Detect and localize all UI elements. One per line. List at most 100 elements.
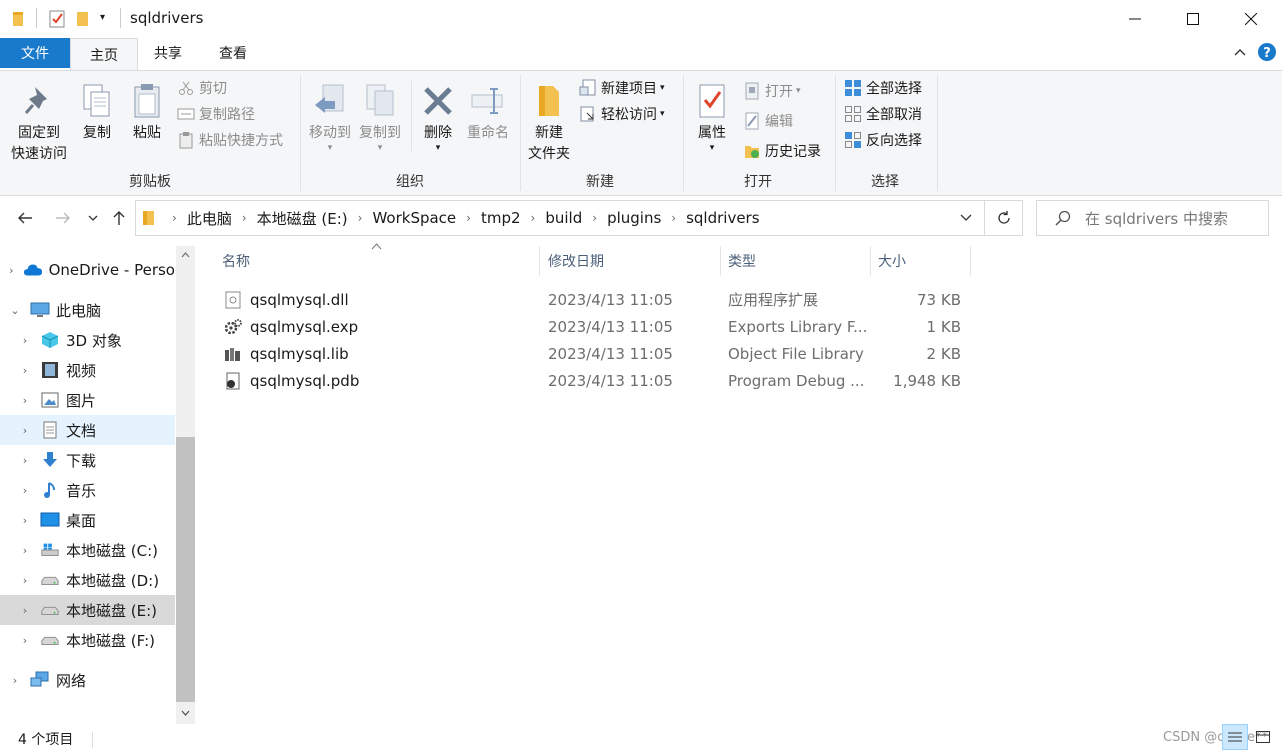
breadcrumb-tmp2[interactable]: tmp2 [481, 209, 521, 227]
chevron-right-icon[interactable]: › [9, 264, 14, 277]
nav-item-drive-f[interactable]: › 本地磁盘 (F:) [0, 625, 175, 655]
nav-item-onedrive[interactable]: › OneDrive - Perso [0, 255, 175, 285]
close-button[interactable] [1222, 0, 1280, 38]
nav-scrollbar-thumb[interactable] [176, 437, 195, 702]
nav-item-this-pc[interactable]: ⌄ 此电脑 [0, 295, 175, 325]
title-bar: ▾ sqldrivers [0, 0, 1282, 38]
video-icon [40, 360, 60, 380]
chevron-right-icon[interactable]: › [19, 634, 31, 647]
back-button[interactable] [12, 203, 38, 233]
chevron-right-icon[interactable]: › [9, 674, 21, 687]
file-row[interactable]: qsqlmysql.exp 2023/4/13 11:05 Exports Li… [217, 313, 977, 340]
copy-to-button[interactable]: 复制到 ▾ [355, 79, 405, 153]
breadcrumb-this-pc[interactable]: 此电脑 [187, 208, 232, 229]
breadcrumb-workspace[interactable]: WorkSpace [372, 209, 456, 227]
copy-button[interactable]: 复制 [76, 79, 118, 144]
chevron-right-icon[interactable]: › [19, 544, 31, 557]
column-header-name[interactable]: 名称 [215, 246, 540, 276]
select-none-button[interactable]: 全部取消 [843, 102, 922, 126]
history-button[interactable]: 历史记录 [742, 139, 821, 163]
file-row[interactable]: qsqlmysql.lib 2023/4/13 11:05 Object Fil… [217, 340, 977, 367]
new-folder-quick-icon[interactable] [76, 10, 90, 28]
tab-share[interactable]: 共享 [140, 38, 196, 68]
rename-button[interactable]: 重命名 [462, 79, 514, 144]
nav-item-network[interactable]: › 网络 [0, 665, 175, 695]
paste-shortcut-button[interactable]: 粘贴快捷方式 [176, 128, 283, 152]
chevron-down-icon[interactable]: ⌄ [9, 304, 21, 317]
chevron-right-icon[interactable]: › [19, 454, 31, 467]
details-view-button[interactable] [1222, 724, 1248, 750]
breadcrumb-sqldrivers[interactable]: sqldrivers [686, 209, 759, 227]
pin-quick-access-button[interactable]: 固定到 快速访问 [6, 79, 72, 165]
nav-item-documents[interactable]: › 文档 [0, 415, 175, 445]
chevron-right-icon[interactable]: › [19, 364, 31, 377]
chevron-right-icon[interactable]: › [19, 334, 31, 347]
scroll-down-icon[interactable] [176, 704, 195, 721]
breadcrumb-build[interactable]: build [545, 209, 582, 227]
file-date: 2023/4/13 11:05 [548, 317, 673, 336]
address-dropdown-icon[interactable] [960, 214, 972, 222]
tab-view[interactable]: 查看 [205, 38, 261, 68]
customize-quick-access-icon[interactable]: ▾ [100, 12, 105, 23]
help-icon[interactable]: ? [1257, 42, 1277, 62]
nav-item-music[interactable]: › 音乐 [0, 475, 175, 505]
chevron-right-icon[interactable]: › [19, 394, 31, 407]
scroll-up-icon[interactable] [176, 246, 195, 263]
computer-icon [30, 300, 50, 320]
divider [36, 8, 37, 28]
easy-access-button[interactable]: 轻松访问 ▾ [578, 102, 665, 126]
refresh-button[interactable] [985, 200, 1023, 236]
chevron-right-icon[interactable]: › [19, 574, 31, 587]
minimize-button[interactable] [1106, 0, 1164, 38]
column-header-date[interactable]: 修改日期 [541, 246, 721, 276]
chevron-right-icon[interactable]: › [19, 514, 31, 527]
network-icon [30, 670, 50, 690]
address-bar[interactable]: › 此电脑 › 本地磁盘 (E:) › WorkSpace › tmp2 › b… [135, 200, 985, 236]
nav-item-videos[interactable]: › 视频 [0, 355, 175, 385]
up-button[interactable] [106, 203, 132, 233]
delete-button[interactable]: 删除 ▾ [416, 79, 460, 153]
copy-path-icon [176, 104, 196, 124]
search-box[interactable]: 在 sqldrivers 中搜索 [1036, 200, 1269, 236]
breadcrumb-plugins[interactable]: plugins [607, 209, 661, 227]
properties-quick-icon[interactable] [49, 9, 67, 29]
select-all-button[interactable]: 全部选择 [843, 76, 922, 100]
properties-button[interactable]: 属性 ▾ [690, 79, 734, 153]
copy-path-button[interactable]: 复制路径 [176, 102, 283, 126]
nav-item-downloads[interactable]: › 下载 [0, 445, 175, 475]
drive-icon [40, 630, 60, 650]
tab-home[interactable]: 主页 [70, 38, 138, 70]
paste-button[interactable]: 粘贴 [126, 79, 168, 144]
nav-item-pictures[interactable]: › 图片 [0, 385, 175, 415]
invert-selection-button[interactable]: 反向选择 [843, 128, 922, 152]
column-header-type[interactable]: 类型 [721, 246, 871, 276]
nav-item-drive-c[interactable]: › 本地磁盘 (C:) [0, 535, 175, 565]
nav-item-3d-objects[interactable]: › 3D 对象 [0, 325, 175, 355]
new-folder-button[interactable]: 新建 文件夹 [524, 79, 574, 165]
move-to-button[interactable]: 移动到 ▾ [305, 79, 355, 153]
open-button[interactable]: 打开 ▾ [742, 79, 821, 103]
column-header-size[interactable]: 大小 [871, 246, 971, 276]
breadcrumb-drive-e[interactable]: 本地磁盘 (E:) [257, 208, 348, 229]
nav-item-drive-d[interactable]: › 本地磁盘 (D:) [0, 565, 175, 595]
tab-file[interactable]: 文件 [0, 38, 70, 68]
nav-item-drive-e[interactable]: › 本地磁盘 (E:) [0, 595, 175, 625]
collapse-ribbon-icon[interactable] [1232, 44, 1248, 60]
chevron-right-icon[interactable]: › [19, 604, 31, 617]
file-row[interactable]: qsqlmysql.pdb 2023/4/13 11:05 Program De… [217, 367, 977, 394]
large-icons-view-button[interactable] [1250, 724, 1276, 750]
forward-button[interactable] [50, 203, 76, 233]
chevron-right-icon[interactable]: › [19, 424, 31, 437]
chevron-right-icon[interactable]: › [19, 484, 31, 497]
new-item-button[interactable]: 新建项目 ▾ [578, 76, 665, 100]
dropdown-arrow-icon: ▾ [377, 143, 383, 153]
select-all-label: 全部选择 [866, 81, 922, 97]
file-row[interactable]: qsqlmysql.dll 2023/4/13 11:05 应用程序扩展 73 … [217, 286, 977, 313]
recent-locations-button[interactable] [82, 203, 104, 233]
nav-item-desktop[interactable]: › 桌面 [0, 505, 175, 535]
maximize-button[interactable] [1164, 0, 1222, 38]
edit-button[interactable]: 编辑 [742, 109, 821, 133]
cut-button[interactable]: 剪切 [176, 76, 283, 100]
pin-icon [6, 79, 72, 123]
new-group-label: 新建 [586, 174, 614, 190]
